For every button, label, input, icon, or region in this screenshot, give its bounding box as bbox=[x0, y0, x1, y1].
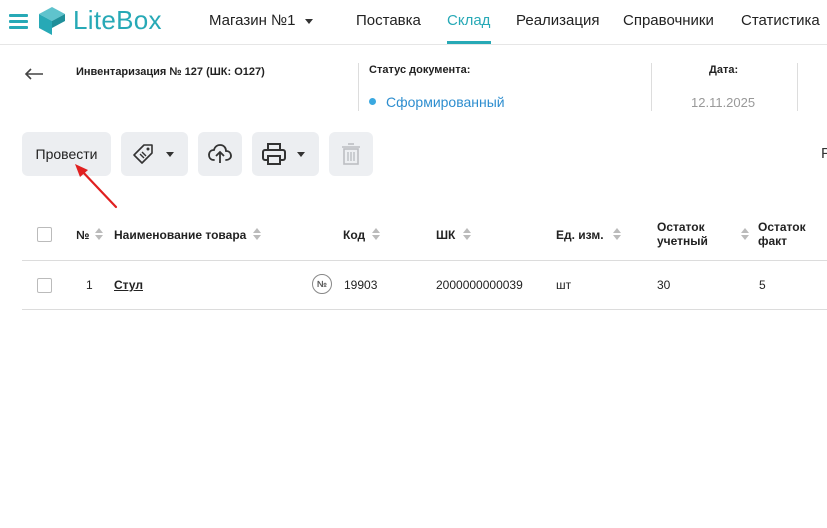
nav-item-realizaciya[interactable]: Реализация bbox=[516, 12, 599, 29]
col-header-barcode[interactable]: ШК bbox=[436, 228, 455, 242]
col-header-stock-fact-line2: факт bbox=[758, 234, 788, 248]
sort-icon[interactable] bbox=[463, 228, 471, 240]
status-dot bbox=[369, 98, 376, 105]
nav-item-postavka[interactable]: Поставка bbox=[356, 12, 421, 29]
cloud-upload-icon bbox=[208, 144, 232, 163]
price-tag-icon bbox=[133, 144, 153, 164]
col-header-num[interactable]: № bbox=[76, 228, 89, 242]
row-num: 1 bbox=[86, 278, 93, 292]
row-stock-fact: 5 bbox=[759, 278, 766, 292]
nav-item-spravochniki[interactable]: Справочники bbox=[623, 12, 714, 29]
store-selector[interactable]: Магазин №1 bbox=[209, 12, 295, 29]
top-bar: LiteBox Магазин №1 Поставка Склад Реализ… bbox=[0, 0, 827, 45]
col-header-name[interactable]: Наименование товара bbox=[114, 228, 246, 242]
status-label: Статус документа: bbox=[369, 64, 471, 76]
print-dropdown-button[interactable] bbox=[252, 132, 319, 176]
col-header-code[interactable]: Код bbox=[343, 228, 365, 242]
document-title: Инвентаризация № 127 (ШК: О127) bbox=[76, 66, 265, 78]
select-all-checkbox[interactable] bbox=[37, 227, 52, 242]
sort-icon[interactable] bbox=[95, 228, 103, 240]
litebox-logo-icon bbox=[39, 7, 65, 35]
col-header-stock-book-line2: учетный bbox=[657, 234, 708, 248]
upload-button[interactable] bbox=[198, 132, 242, 176]
divider bbox=[358, 63, 359, 111]
col-header-stock-fact-line1: Остаток bbox=[758, 220, 806, 234]
truncated-label: Р bbox=[821, 145, 827, 162]
row-barcode: 2000000000039 bbox=[436, 278, 523, 292]
hamburger-menu-icon[interactable] bbox=[9, 14, 28, 29]
row-code: 19903 bbox=[344, 278, 378, 292]
trash-icon bbox=[342, 143, 360, 165]
sort-icon[interactable] bbox=[372, 228, 380, 240]
delete-button[interactable] bbox=[329, 132, 373, 176]
date-value: 12.11.2025 bbox=[691, 95, 756, 110]
table-header-divider bbox=[22, 260, 827, 261]
col-header-stock-fact[interactable]: Остаток факт bbox=[758, 220, 806, 248]
printer-icon bbox=[262, 143, 286, 165]
table-row-divider bbox=[22, 309, 827, 310]
status-value: Сформированный bbox=[386, 94, 505, 110]
row-checkbox[interactable] bbox=[37, 278, 52, 293]
sort-icon[interactable] bbox=[253, 228, 261, 240]
chevron-down-icon[interactable] bbox=[305, 19, 313, 24]
col-header-unit[interactable]: Ед. изм. bbox=[556, 228, 604, 242]
number-sign-icon[interactable]: № bbox=[312, 274, 332, 294]
annotation-arrow-icon bbox=[75, 164, 118, 209]
sort-icon[interactable] bbox=[741, 228, 749, 240]
nav-item-statistika[interactable]: Статистика bbox=[741, 12, 820, 29]
chevron-down-icon bbox=[297, 152, 305, 157]
nav-active-indicator bbox=[447, 41, 491, 44]
nav-item-sklad[interactable]: Склад bbox=[447, 12, 490, 29]
row-stock-book: 30 bbox=[657, 278, 671, 292]
product-name-link[interactable]: Стул bbox=[114, 278, 143, 292]
divider bbox=[651, 63, 652, 111]
chevron-down-icon bbox=[166, 152, 174, 157]
row-unit: шт bbox=[556, 278, 572, 292]
col-header-stock-book[interactable]: Остаток учетный bbox=[657, 220, 708, 248]
sort-icon[interactable] bbox=[613, 228, 621, 240]
divider bbox=[797, 63, 798, 111]
col-header-stock-book-line1: Остаток bbox=[657, 220, 705, 234]
back-arrow-icon[interactable] bbox=[24, 67, 44, 81]
tag-dropdown-button[interactable] bbox=[121, 132, 188, 176]
date-label: Дата: bbox=[709, 64, 739, 76]
logo-text: LiteBox bbox=[73, 5, 162, 35]
